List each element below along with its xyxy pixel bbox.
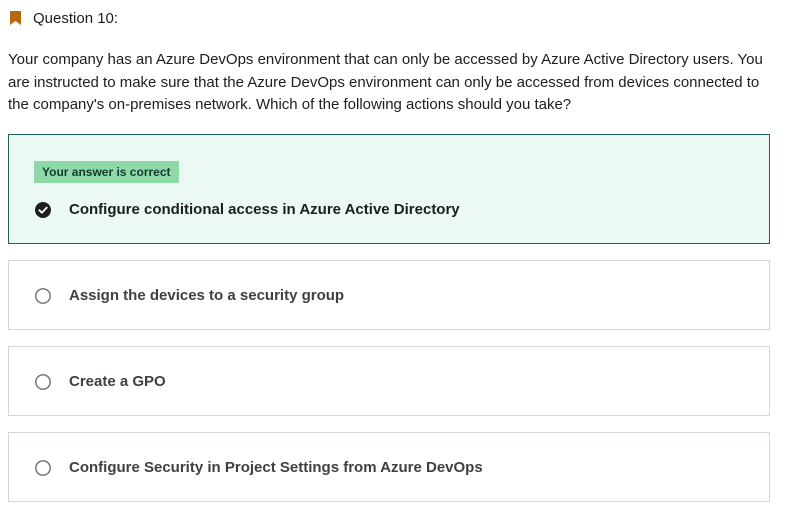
radio-empty-icon[interactable] [35, 373, 51, 390]
question-number: Question 10: [33, 9, 119, 27]
quiz-review-page: Question 10: Your company has an Azure D… [0, 0, 790, 512]
radio-empty-icon[interactable] [35, 287, 51, 304]
answer-option-label: Configure Security in Project Settings f… [69, 459, 483, 476]
question-text: Your company has an Azure DevOps environ… [8, 51, 763, 113]
answer-option-label: Configure conditional access in Azure Ac… [69, 201, 460, 218]
question-header: Question 10: [10, 8, 118, 28]
answer-option-label: Assign the devices to a security group [69, 287, 345, 304]
answer-option[interactable]: Configure Security in Project Settings f… [8, 432, 770, 502]
radio-empty-icon[interactable] [35, 459, 51, 476]
answer-option[interactable]: Assign the devices to a security group [8, 260, 770, 330]
correct-answer-badge: Your answer is correct [34, 161, 179, 183]
answer-option-correct[interactable]: Your answer is correct Configure conditi… [8, 134, 770, 244]
bookmark-icon[interactable] [10, 11, 21, 25]
answer-option[interactable]: Create a GPO [8, 346, 770, 416]
answer-option-row[interactable]: Configure Security in Project Settings f… [35, 459, 483, 476]
answer-option-row[interactable]: Create a GPO [35, 373, 166, 390]
answer-option-row[interactable]: Assign the devices to a security group [35, 287, 344, 304]
answer-option-label: Create a GPO [69, 373, 166, 390]
answer-option-row[interactable]: Configure conditional access in Azure Ac… [35, 201, 460, 218]
check-circle-icon [35, 201, 51, 218]
